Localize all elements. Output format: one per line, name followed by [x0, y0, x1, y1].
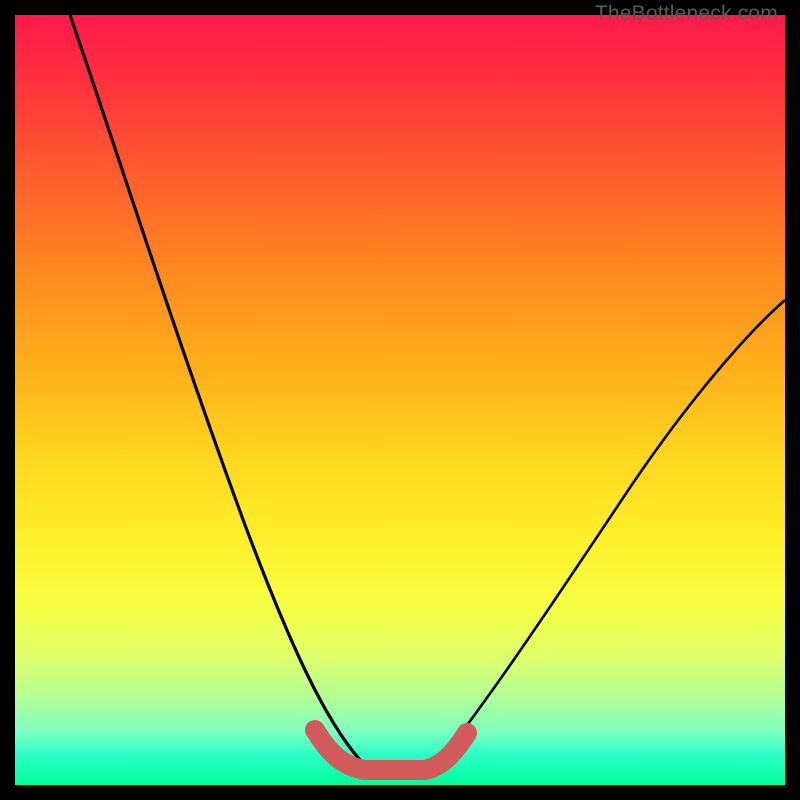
watermark-text: TheBottleneck.com	[595, 2, 778, 26]
chart-frame	[15, 15, 785, 785]
chart-background-gradient	[15, 15, 785, 785]
